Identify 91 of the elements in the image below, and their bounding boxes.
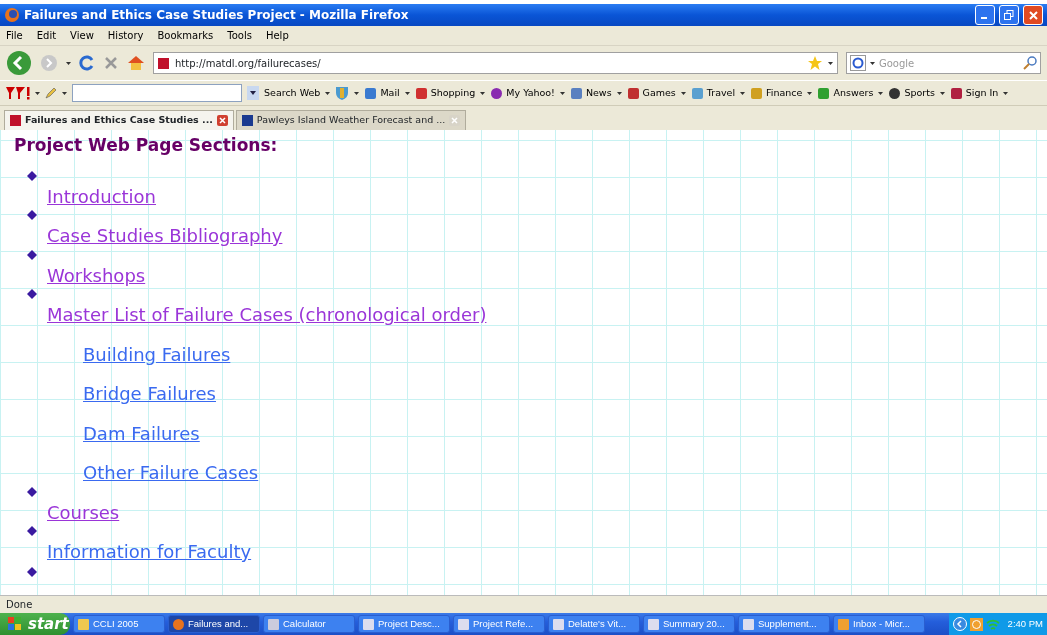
menu-item[interactable]: File <box>6 28 23 43</box>
page-link[interactable]: Other Failure Cases <box>83 462 1033 484</box>
toolbar-search-field[interactable] <box>72 84 242 102</box>
caret-icon[interactable] <box>939 91 945 95</box>
google-icon <box>850 55 866 71</box>
page-link[interactable]: Building Failures <box>83 343 1033 366</box>
bullet-icon <box>27 526 37 536</box>
caret-icon[interactable] <box>559 91 565 95</box>
windows-logo-icon <box>8 617 22 631</box>
page-link[interactable]: Case Studies Bibliography <box>47 225 1033 247</box>
taskbar-button[interactable]: Calculator <box>263 615 355 633</box>
taskbar-button[interactable]: Inbox - Micr... <box>833 615 925 633</box>
caret-icon[interactable] <box>35 91 40 95</box>
taskbar-button[interactable]: Failures and... <box>168 615 260 633</box>
bullet-icon <box>27 249 37 260</box>
toolbar-item[interactable]: Answers <box>817 85 874 101</box>
close-button[interactable] <box>1023 5 1043 25</box>
toolbar-item[interactable]: Travel <box>690 85 736 101</box>
toolbar-item[interactable]: Finance <box>750 85 803 101</box>
browser-tab[interactable]: Failures and Ethics Case Studies ... <box>4 110 234 130</box>
menu-item[interactable]: Edit <box>36 28 57 43</box>
window-title: Failures and Ethics Case Studies Project - Mozilla Firefox <box>24 7 410 24</box>
restore-button[interactable] <box>999 5 1019 25</box>
toolbar-item[interactable]: My Yahoo! <box>490 85 555 101</box>
toolbar-item[interactable]: Games <box>626 85 676 101</box>
address-field[interactable]: http://matdl.org/failurecases/ <box>153 52 838 74</box>
caret-icon[interactable] <box>62 91 67 95</box>
bullet-icon <box>27 210 37 220</box>
close-tab-icon[interactable] <box>216 115 228 126</box>
taskbar-button[interactable]: Project Refe... <box>453 615 545 633</box>
caret-icon[interactable] <box>66 61 71 65</box>
toolbar-item[interactable]: Mail <box>364 85 400 101</box>
caret-icon[interactable] <box>680 91 686 95</box>
pencil-icon[interactable] <box>45 87 57 99</box>
site-icon <box>158 57 169 69</box>
menu-item[interactable]: Bookmarks <box>157 28 214 43</box>
taskbar-button[interactable]: Delatte's Vit... <box>548 615 640 633</box>
caret-icon[interactable] <box>354 91 360 95</box>
bullet-icon <box>27 170 37 181</box>
weather-site-icon <box>241 115 253 126</box>
reload-icon[interactable] <box>79 55 95 71</box>
toolbar-item[interactable]: Shopping <box>414 85 476 101</box>
toolbar-item[interactable]: Search Web <box>264 85 321 101</box>
restore-icon <box>1004 10 1014 20</box>
chevron-icon[interactable] <box>952 617 967 631</box>
page-link[interactable]: Master List of Failure Cases (chronological order) <box>47 304 1033 326</box>
page-link[interactable]: Dam Failures <box>83 422 1033 445</box>
firefox-icon <box>4 7 20 23</box>
toolbar-item[interactable]: News <box>569 85 612 101</box>
toolbar-item[interactable]: Sports <box>888 85 935 101</box>
star-icon[interactable] <box>808 56 822 70</box>
caret-icon[interactable] <box>404 91 410 95</box>
clock: 2:40 PM <box>1007 616 1043 631</box>
caret-icon[interactable] <box>480 91 486 95</box>
browser-tab[interactable]: Pawleys Island Weather Forecast and ... <box>235 110 467 130</box>
taskbar-button[interactable]: Summary 20... <box>643 615 735 633</box>
caret-icon[interactable] <box>828 61 833 65</box>
caret-icon[interactable] <box>1003 91 1009 95</box>
menu-item[interactable]: Tools <box>227 28 252 43</box>
page-link[interactable]: Workshops <box>47 264 1033 287</box>
menu-item[interactable]: History <box>107 28 144 43</box>
home-icon[interactable] <box>127 55 145 71</box>
site-icon <box>10 115 21 126</box>
caret-icon[interactable] <box>870 61 875 65</box>
minimize-button[interactable] <box>975 5 995 25</box>
firefox-icon <box>172 617 185 631</box>
caret-icon[interactable] <box>740 91 746 95</box>
search-icon[interactable] <box>1023 56 1037 70</box>
status-text: Done <box>6 598 33 612</box>
yahoo-logo-icon[interactable] <box>6 86 30 100</box>
back-icon[interactable] <box>6 50 32 76</box>
caret-icon[interactable] <box>616 91 622 95</box>
taskbar-button[interactable]: Project Desc... <box>358 615 450 633</box>
dropdown-icon[interactable] <box>247 86 259 100</box>
bullet-icon <box>27 289 37 299</box>
page-heading: Project Web Page Sections: <box>14 134 279 156</box>
menu-item[interactable]: View <box>70 28 94 43</box>
caret-icon[interactable] <box>325 91 331 95</box>
page-link[interactable]: Information for Faculty <box>47 541 1033 563</box>
page-link[interactable]: Bridge Failures <box>83 383 1033 405</box>
bullet-icon <box>27 486 37 497</box>
page-link[interactable]: Courses <box>47 501 1033 524</box>
bullet-icon <box>27 567 37 577</box>
menu-item[interactable]: Help <box>265 28 289 43</box>
caret-icon[interactable] <box>807 91 813 95</box>
page-link[interactable]: Introduction <box>47 185 1033 208</box>
toolbar-item[interactable]: Sign In <box>949 85 999 101</box>
taskbar-button[interactable]: Supplement... <box>738 615 830 633</box>
close-icon <box>1028 10 1038 20</box>
taskbar-button[interactable]: CCLI 2005 <box>73 615 165 633</box>
caret-icon[interactable] <box>878 91 884 95</box>
